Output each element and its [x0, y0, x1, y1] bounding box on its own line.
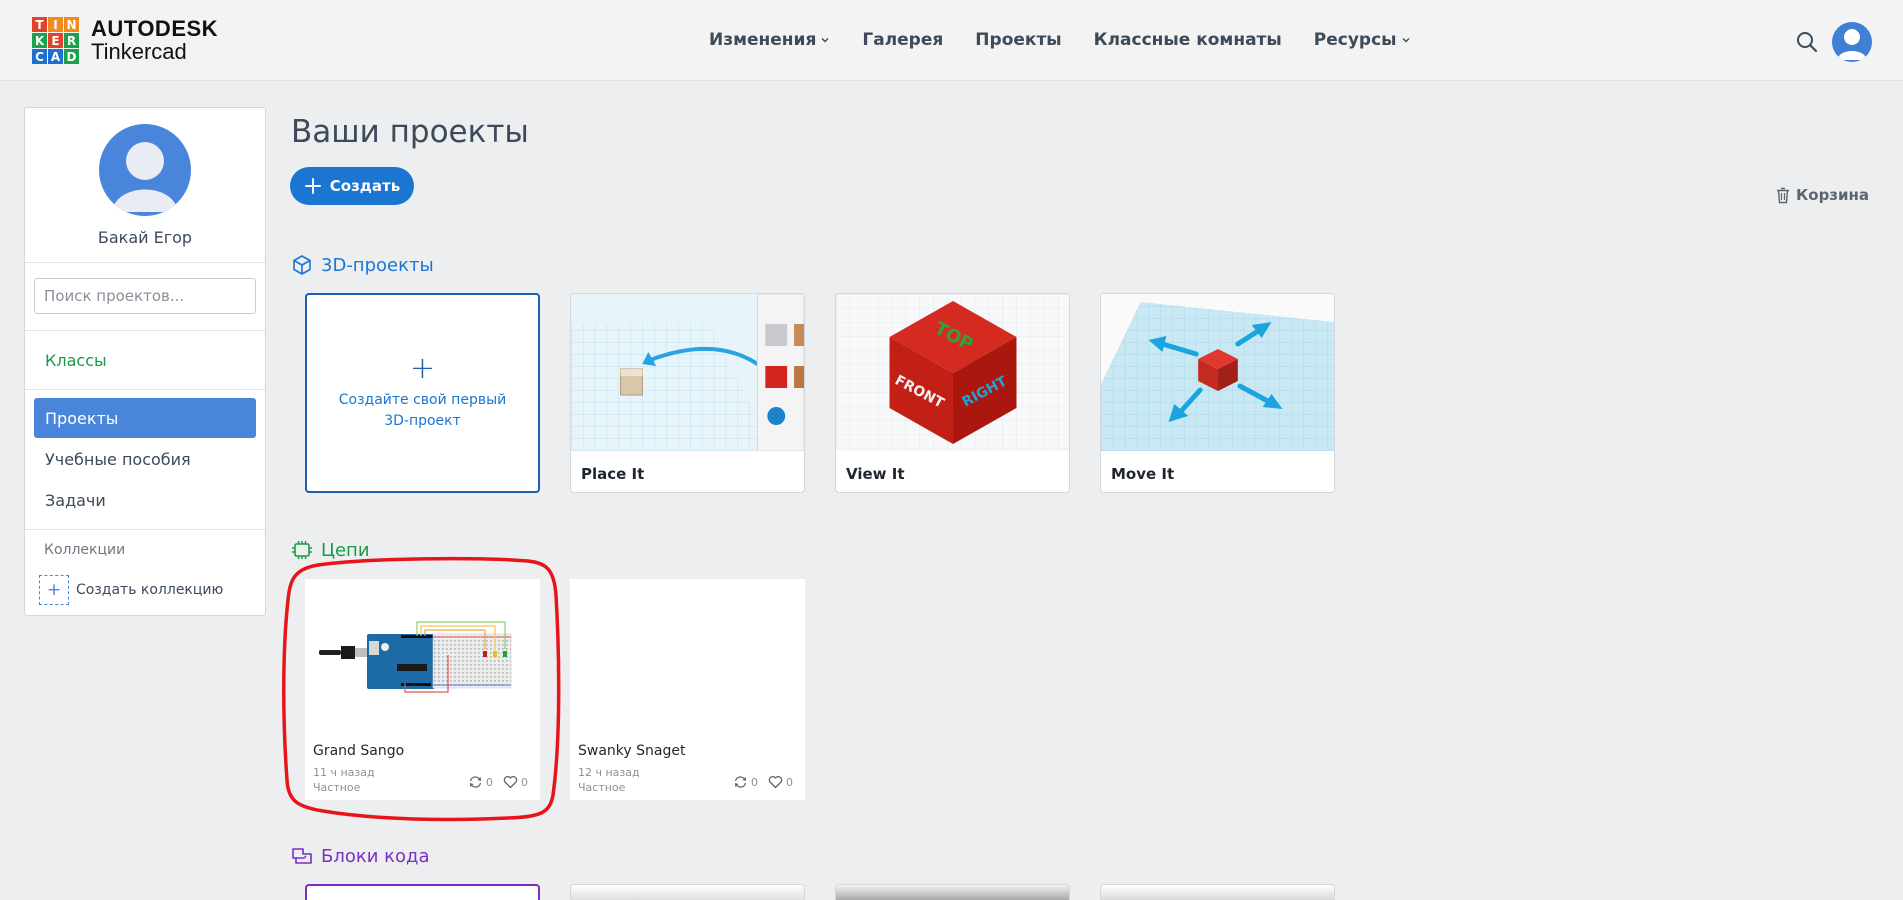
divider — [25, 529, 265, 530]
create-first-3d-text: Создайте свой первый 3D-проект — [338, 392, 507, 429]
logo-letter: D — [64, 49, 79, 64]
user-silhouette-icon — [112, 142, 178, 212]
codeblocks-card[interactable] — [570, 884, 805, 900]
logo-letter-grid: T I N K E R C A D — [32, 17, 79, 64]
circuit-stats: 0 0 — [733, 775, 793, 789]
circuit-visibility: Частное — [578, 781, 626, 794]
view-it-thumbnail: TOP FRONT RIGHT — [836, 294, 1069, 451]
main-nav: Изменения Галерея Проекты Классные комна… — [709, 30, 1443, 50]
divider — [25, 262, 265, 263]
nav-item-label: Галерея — [862, 30, 944, 50]
search-icon[interactable] — [1796, 31, 1818, 53]
create-collection-label: Создать коллекцию — [76, 582, 224, 598]
card-caption: Move It — [1111, 465, 1175, 483]
sidebar-item-tutorials[interactable]: Учебные пособия — [34, 439, 256, 479]
section-title-label: Блоки кода — [321, 845, 430, 867]
create-button-label: Создать — [329, 177, 401, 195]
place-it-thumbnail — [571, 294, 804, 451]
trash-icon — [1777, 187, 1789, 203]
nav-item-label: Ресурсы — [1313, 30, 1397, 50]
logo-letter: K — [32, 33, 47, 48]
trash-label: Корзина — [1796, 186, 1870, 204]
sidebar-item-tasks[interactable]: Задачи — [34, 480, 256, 520]
codeblocks-card[interactable] — [835, 884, 1070, 900]
circuit-name: Swanky Snaget — [578, 743, 686, 759]
user-silhouette-icon — [1837, 29, 1867, 60]
tutorial-card-place-it[interactable]: Place It — [570, 293, 805, 493]
nav-item-classrooms[interactable]: Классные комнаты — [1094, 30, 1282, 50]
sidebar: Бакай Егор Классы Проекты Учебные пособи… — [24, 107, 266, 616]
logo-letter: C — [32, 49, 47, 64]
nav-item-label: Изменения — [709, 30, 817, 50]
circuit-thumbnail — [570, 579, 805, 739]
user-avatar[interactable] — [1832, 22, 1872, 62]
create-first-3d-card[interactable]: + Создайте свой первый 3D-проект — [305, 293, 540, 493]
nav-item-label: Проекты — [975, 30, 1062, 50]
nav-item-gallery[interactable]: Галерея — [862, 30, 943, 50]
logo-brand-name: AUTODESK — [91, 16, 219, 41]
sidebar-item-label: Задачи — [45, 490, 106, 510]
heart-icon[interactable] — [768, 775, 783, 789]
codeblocks-card[interactable] — [1100, 884, 1335, 900]
like-count: 0 — [786, 775, 793, 789]
nav-item-label: Классные комнаты — [1093, 30, 1282, 50]
create-button[interactable]: Создать — [290, 167, 414, 205]
tinkercad-logo[interactable]: T I N K E R C A D AUTODESK Tinkercad — [32, 17, 218, 64]
plus-icon: + — [409, 351, 436, 386]
divider — [25, 330, 265, 331]
remix-count: 0 — [751, 775, 758, 789]
cube-icon — [293, 255, 311, 275]
chevron-down-icon — [1402, 38, 1410, 43]
collections-heading: Коллекции — [44, 542, 126, 558]
plus-icon — [304, 178, 321, 194]
section-title-label: 3D-проекты — [321, 254, 434, 276]
tutorial-card-move-it[interactable]: Move It — [1100, 293, 1335, 493]
plus-icon: + — [39, 575, 69, 605]
logo-letter: R — [64, 33, 79, 48]
chevron-down-icon — [821, 38, 829, 43]
page-title: Ваши проекты — [291, 114, 529, 150]
remix-icon — [734, 776, 747, 788]
logo-letter: A — [48, 49, 63, 64]
codeblocks-icon — [292, 848, 312, 864]
red-annotation-circle — [282, 556, 561, 822]
nav-item-resources[interactable]: Ресурсы — [1314, 30, 1411, 50]
trash-link[interactable]: Корзина — [1776, 186, 1869, 204]
move-it-thumbnail — [1101, 294, 1334, 451]
logo-letter: E — [48, 33, 63, 48]
section-title-3d[interactable]: 3D-проекты — [291, 254, 434, 276]
logo-letter: N — [64, 17, 79, 32]
codeblocks-create-card[interactable] — [305, 884, 540, 900]
create-collection-button[interactable]: + Создать коллекцию — [39, 575, 223, 605]
logo-letter: I — [48, 17, 63, 32]
profile-avatar[interactable] — [99, 124, 191, 216]
sidebar-item-label: Учебные пособия — [45, 449, 191, 469]
sidebar-item-classes[interactable]: Классы — [45, 351, 107, 370]
logo-product-name: Tinkercad — [91, 39, 187, 64]
project-search-input[interactable] — [34, 278, 256, 314]
circuit-time: 12 ч назад — [578, 766, 640, 779]
nav-item-changes[interactable]: Изменения — [709, 30, 830, 50]
divider — [25, 389, 265, 390]
tutorial-card-view-it[interactable]: TOP FRONT RIGHT View It — [835, 293, 1070, 493]
nav-item-projects[interactable]: Проекты — [975, 30, 1061, 50]
card-caption: View It — [846, 465, 905, 483]
sidebar-item-label: Проекты — [45, 408, 119, 428]
card-caption: Place It — [581, 465, 645, 483]
sidebar-item-projects[interactable]: Проекты — [34, 398, 256, 438]
logo-letter: T — [32, 17, 47, 32]
top-header: T I N K E R C A D AUTODESK Tinkercad Изм… — [0, 0, 1903, 81]
profile-name: Бакай Егор — [97, 228, 193, 247]
circuit-card-swanky-snaget[interactable]: Swanky Snaget 12 ч назад Частное 0 0 — [570, 579, 805, 800]
section-title-codeblocks[interactable]: Блоки кода — [291, 845, 430, 867]
